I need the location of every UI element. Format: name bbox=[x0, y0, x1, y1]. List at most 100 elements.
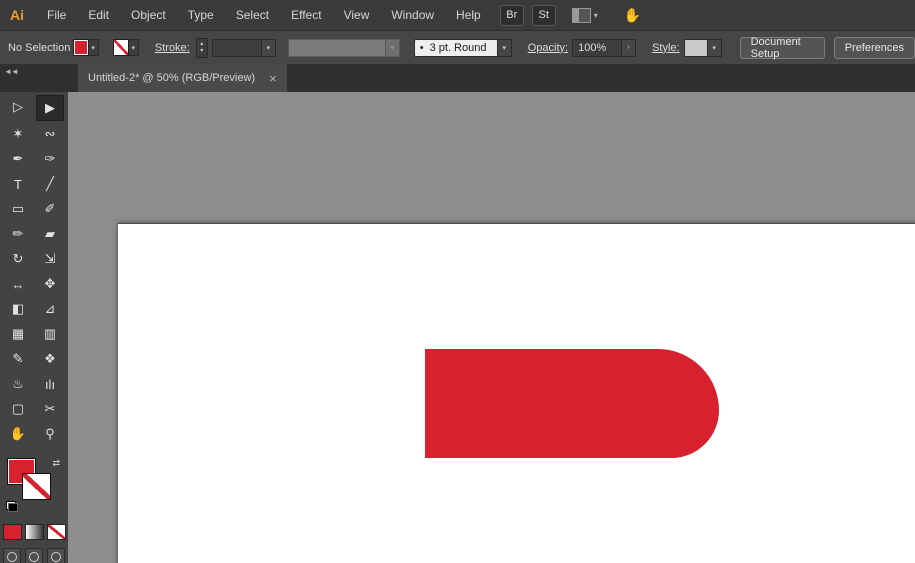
stroke-weight-stepper[interactable]: ▴ ▾ bbox=[195, 37, 208, 58]
width-tool[interactable]: ↔ bbox=[4, 272, 32, 296]
menu-effect[interactable]: Effect bbox=[280, 0, 332, 30]
menu-help[interactable]: Help bbox=[445, 0, 492, 30]
workspace-switcher-icon[interactable] bbox=[571, 7, 591, 23]
zoom-tool[interactable]: ⚲ bbox=[36, 422, 64, 446]
menu-bar: Ai File Edit Object Type Select Effect V… bbox=[0, 0, 915, 30]
stroke-color-chevron-icon[interactable]: ▾ bbox=[128, 39, 139, 56]
brush-definition-combo[interactable]: • 3 pt. Round ▾ bbox=[413, 38, 512, 57]
paint-mode-row bbox=[0, 524, 68, 540]
preferences-button[interactable]: Preferences bbox=[833, 36, 915, 59]
eyedropper-tool[interactable]: ✎ bbox=[4, 347, 32, 371]
panel-collapse-icon[interactable]: ◄◄ bbox=[4, 67, 19, 76]
free-transform-tool[interactable]: ✥ bbox=[36, 272, 64, 296]
swap-fill-stroke-icon[interactable]: ⇄ bbox=[52, 458, 60, 469]
artboard-tool[interactable]: ▢ bbox=[4, 397, 32, 421]
shape-builder-tool[interactable]: ◧ bbox=[4, 297, 32, 321]
document-setup-button[interactable]: Document Setup bbox=[739, 36, 825, 60]
brush-definition-value: • 3 pt. Round bbox=[413, 38, 498, 57]
selection-status: No Selection bbox=[8, 41, 71, 54]
menu-window[interactable]: Window bbox=[380, 0, 445, 30]
draw-behind-icon[interactable] bbox=[25, 548, 43, 563]
opacity-value[interactable]: 100% bbox=[572, 38, 623, 57]
stroke-weight-chevron-icon[interactable]: ▾ bbox=[261, 38, 276, 57]
document-tab-title: Untitled-2* @ 50% (RGB/Preview) bbox=[88, 72, 256, 84]
width-profile-chevron-icon: ▾ bbox=[385, 38, 400, 57]
menu-file[interactable]: File bbox=[36, 0, 77, 30]
pen-tool[interactable]: ✒ bbox=[4, 147, 32, 171]
document-tab[interactable]: Untitled-2* @ 50% (RGB/Preview) × bbox=[78, 64, 287, 92]
style-label[interactable]: Style: bbox=[652, 42, 680, 54]
none-diagonal-icon bbox=[23, 474, 50, 499]
rectangle-tool[interactable]: ▭ bbox=[4, 197, 32, 221]
menu-view[interactable]: View bbox=[333, 0, 381, 30]
workspace-chevron-icon[interactable]: ▾ bbox=[594, 11, 598, 20]
menu-edit[interactable]: Edit bbox=[77, 0, 120, 30]
stroke-weight-combo[interactable]: ▾ bbox=[211, 38, 276, 57]
red-rounded-rectangle-shape[interactable] bbox=[425, 349, 719, 458]
gradient-button[interactable] bbox=[24, 524, 44, 540]
style-combo[interactable]: ▾ bbox=[683, 38, 722, 57]
fill-color-chevron-icon[interactable]: ▾ bbox=[88, 39, 99, 56]
curvature-tool[interactable]: ✑ bbox=[36, 147, 64, 171]
stroke-color-swatch[interactable] bbox=[112, 39, 129, 56]
canvas-area[interactable] bbox=[68, 92, 915, 563]
blend-tool[interactable]: ❖ bbox=[36, 347, 64, 371]
line-segment-tool[interactable]: ╱ bbox=[36, 172, 64, 196]
stock-button[interactable]: St bbox=[531, 4, 556, 26]
scale-tool[interactable]: ⇲ bbox=[36, 247, 64, 271]
stepper-up-icon[interactable]: ▴ bbox=[200, 41, 203, 48]
artboard[interactable] bbox=[118, 223, 915, 563]
document-tab-bar: ◄◄ Untitled-2* @ 50% (RGB/Preview) × bbox=[0, 64, 915, 92]
hand-tool[interactable]: ✋ bbox=[4, 422, 32, 446]
opacity-combo[interactable]: 100% › bbox=[572, 38, 637, 57]
none-button[interactable] bbox=[46, 524, 66, 540]
magic-wand-tool[interactable]: ✶ bbox=[4, 122, 32, 146]
graph-tool[interactable]: ılı bbox=[36, 372, 64, 396]
menu-object[interactable]: Object bbox=[120, 0, 177, 30]
opacity-chevron-icon[interactable]: › bbox=[622, 38, 637, 57]
brush-definition-chevron-icon[interactable]: ▾ bbox=[497, 38, 512, 57]
rotate-tool[interactable]: ↻ bbox=[4, 247, 32, 271]
brush-dot-icon: • bbox=[419, 41, 424, 54]
style-chevron-icon[interactable]: ▾ bbox=[707, 38, 722, 57]
tab-close-icon[interactable]: × bbox=[269, 71, 277, 86]
opacity-label[interactable]: Opacity: bbox=[528, 42, 568, 54]
type-tool[interactable]: T bbox=[4, 172, 32, 196]
stroke-swatch[interactable] bbox=[22, 473, 51, 500]
bridge-button[interactable]: Br bbox=[499, 4, 524, 26]
mesh-tool[interactable]: ▦ bbox=[4, 322, 32, 346]
width-profile-combo: ▾ bbox=[287, 38, 400, 57]
paintbrush-tool[interactable]: ✐ bbox=[36, 197, 64, 221]
perspective-grid-tool[interactable]: ⊿ bbox=[36, 297, 64, 321]
menu-type[interactable]: Type bbox=[177, 0, 225, 30]
tools-panel: ▷ ▶ ✶ ∾ ✒ ✑ T ╱ ▭ ✐ ✏ ▰ ↻ ⇲ ↔ ✥ ◧ ⊿ ▦ ▥ … bbox=[0, 92, 69, 563]
eraser-tool[interactable]: ▰ bbox=[36, 222, 64, 246]
menu-select[interactable]: Select bbox=[225, 0, 280, 30]
draw-normal-icon[interactable] bbox=[3, 548, 21, 563]
stroke-weight-value bbox=[211, 38, 262, 57]
illustrator-window: Ai File Edit Object Type Select Effect V… bbox=[0, 0, 915, 563]
direct-selection-tool[interactable]: ▷ bbox=[4, 95, 32, 119]
draw-inside-icon[interactable] bbox=[47, 548, 65, 563]
touch-workspace-icon[interactable]: ✋ bbox=[624, 7, 641, 24]
fill-color-swatch[interactable] bbox=[72, 39, 89, 56]
stroke-weight-label[interactable]: Stroke: bbox=[155, 42, 190, 54]
gradient-tool[interactable]: ▥ bbox=[36, 322, 64, 346]
fill-stroke-area: ⇄ bbox=[0, 458, 68, 514]
tool-grid: ▷ ▶ ✶ ∾ ✒ ✑ T ╱ ▭ ✐ ✏ ▰ ↻ ⇲ ↔ ✥ ◧ ⊿ ▦ ▥ … bbox=[0, 92, 68, 446]
control-bar: No Selection ▾ ▾ Stroke: ▴ ▾ ▾ ▾ • 3 pt.… bbox=[0, 30, 915, 65]
app-logo: Ai bbox=[10, 7, 24, 23]
width-profile-value bbox=[287, 38, 386, 57]
color-button[interactable] bbox=[2, 524, 22, 540]
brush-name: 3 pt. Round bbox=[429, 41, 487, 54]
style-swatch[interactable] bbox=[683, 38, 708, 57]
none-diagonal-icon bbox=[47, 525, 65, 539]
default-fill-stroke-icon[interactable] bbox=[6, 501, 18, 512]
selection-tool[interactable]: ▶ bbox=[36, 95, 64, 121]
symbol-sprayer-tool[interactable]: ♨ bbox=[4, 372, 32, 396]
draw-mode-row bbox=[0, 548, 68, 563]
slice-tool[interactable]: ✂ bbox=[36, 397, 64, 421]
stepper-down-icon[interactable]: ▾ bbox=[200, 48, 203, 55]
lasso-tool[interactable]: ∾ bbox=[36, 122, 64, 146]
pencil-tool[interactable]: ✏ bbox=[4, 222, 32, 246]
